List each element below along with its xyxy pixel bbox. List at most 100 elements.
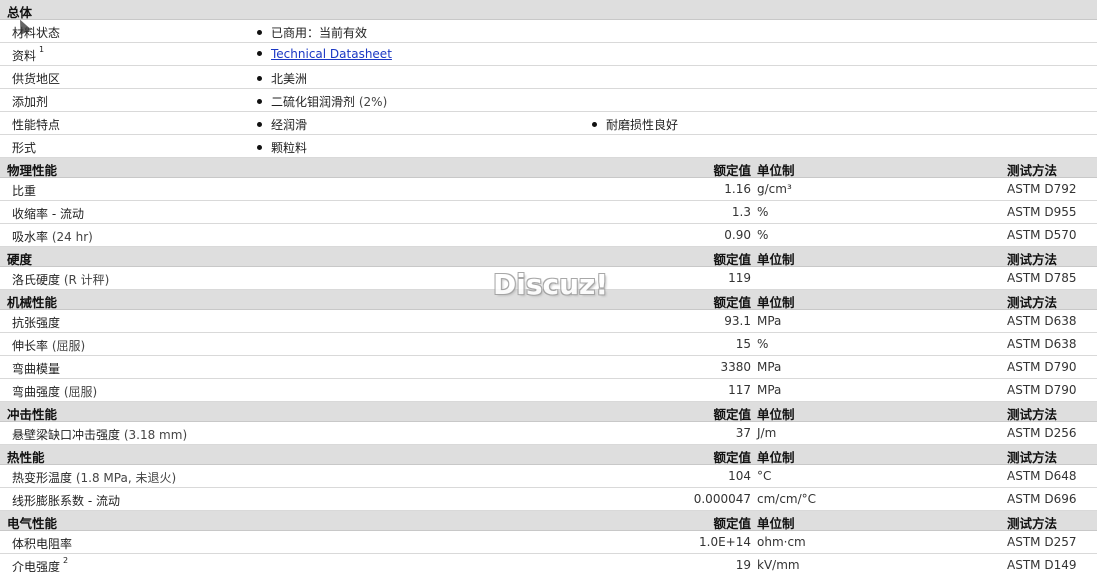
property-row: 线形膨胀系数 - 流动 0.000047 cm/cm/°C ASTM D696 (0, 488, 1097, 511)
test-method-header: 测试方法 (1007, 450, 1058, 465)
bullet-item: 耐磨损性良好 (592, 116, 678, 133)
footnote-marker: 1 (39, 45, 45, 54)
nominal-value: 119 (728, 271, 751, 285)
property-label: 弯曲强度 (屈服) (12, 385, 98, 399)
bullet-item: 已商用：当前有效 (257, 24, 367, 41)
bullet-icon (257, 99, 262, 104)
unit: % (757, 337, 769, 351)
nominal-value: 15 (735, 337, 751, 351)
bullet-icon (257, 145, 262, 150)
property-label: 伸长率 (屈服) (12, 339, 86, 353)
property-row: 收缩率 - 流动 1.3% ASTM D955 (0, 201, 1097, 224)
test-method: ASTM D256 (1007, 426, 1077, 440)
watermark: Discuz! (493, 268, 609, 301)
nominal-value: 1.0E+14 (699, 535, 751, 549)
general-row-form: 形式 颗粒料 (0, 135, 1097, 158)
test-method-header: 测试方法 (1007, 407, 1058, 422)
property-label: 弯曲模量 (12, 362, 61, 376)
row-label: 资料 1 (12, 45, 45, 63)
property-label: 热变形温度 (1.8 MPa, 未退火) (12, 471, 177, 485)
bullet-icon (257, 76, 262, 81)
unit-header: 单位制 (757, 252, 795, 267)
nominal-value-header: 额定值 (713, 252, 751, 267)
nominal-value: 93.1 (724, 314, 751, 328)
property-row: 介电强度 2 19 kV/mm ASTM D149 (0, 554, 1097, 572)
unit: °C (757, 469, 772, 483)
test-method: ASTM D638 (1007, 337, 1077, 351)
unit: MPa (757, 360, 782, 374)
nominal-value-header: 额定值 (713, 450, 751, 465)
row-label: 形式 (12, 141, 37, 155)
test-method: ASTM D648 (1007, 469, 1077, 483)
bullet-item: 颗粒料 (257, 139, 307, 156)
section-header: 电气性能 额定值 单位制 测试方法 (0, 511, 1097, 531)
section-header: 硬度 额定值 单位制 测试方法 (0, 247, 1097, 267)
test-method-header: 测试方法 (1007, 163, 1058, 178)
test-method: ASTM D257 (1007, 535, 1077, 549)
unit-header: 单位制 (757, 407, 795, 422)
property-row: 伸长率 (屈服) 15% ASTM D638 (0, 333, 1097, 356)
unit: J/m (757, 426, 777, 440)
unit-header: 单位制 (757, 516, 795, 531)
test-method: ASTM D149 (1007, 558, 1077, 572)
property-label: 吸水率 (24 hr) (12, 230, 93, 244)
property-sections: 物理性能 额定值 单位制 测试方法 比重 1.16 g/cm³ ASTM D792 收缩率 - … (0, 158, 1097, 572)
property-label: 悬壁梁缺口冲击强度 (3.18 mm) (12, 428, 188, 442)
property-label: 比重 (12, 184, 37, 198)
unit-header: 单位制 (757, 163, 795, 178)
general-row-additive: 添加剂 二硫化钼润滑剂 (2%) (0, 89, 1097, 112)
test-method: ASTM D955 (1007, 205, 1077, 219)
unit-header: 单位制 (757, 295, 795, 310)
property-note: (R 计秤) (63, 273, 110, 287)
test-method: ASTM D792 (1007, 182, 1077, 196)
property-row: 弯曲模量 3380 MPa ASTM D790 (0, 356, 1097, 379)
unit: kV/mm (757, 558, 800, 572)
nominal-value: 0.000047 (693, 492, 751, 506)
section-header-general: 总体 (0, 0, 1097, 20)
section-title: 物理性能 (7, 163, 58, 178)
bullet-item: 经润滑 (257, 116, 307, 133)
property-note: (1.8 MPa, 未退火) (75, 471, 177, 485)
property-note: (屈服) (51, 339, 86, 353)
property-row: 热变形温度 (1.8 MPa, 未退火) 104 °C ASTM D648 (0, 465, 1097, 488)
property-note: (3.18 mm) (123, 428, 188, 442)
section-title: 热性能 (7, 450, 45, 465)
property-label: 收缩率 - 流动 (12, 207, 84, 221)
test-method: ASTM D790 (1007, 360, 1077, 374)
bullet-item: 北美洲 (257, 70, 307, 87)
property-row: 抗张强度 93.1 MPa ASTM D638 (0, 310, 1097, 333)
unit: MPa (757, 314, 782, 328)
section-title: 机械性能 (7, 295, 58, 310)
nominal-value-header: 额定值 (713, 407, 751, 422)
general-row-datasheet: 资料 1 Technical Datasheet (0, 43, 1097, 66)
unit-header: 单位制 (757, 450, 795, 465)
nominal-value: 0.90 (724, 228, 751, 242)
bullet-icon (257, 51, 262, 56)
nominal-value-header: 额定值 (713, 163, 751, 178)
test-method: ASTM D790 (1007, 383, 1077, 397)
section-header: 冲击性能 额定值 单位制 测试方法 (0, 402, 1097, 422)
property-note: (24 hr) (51, 230, 93, 244)
test-method: ASTM D785 (1007, 271, 1077, 285)
bullet-icon (257, 30, 262, 35)
test-method: ASTM D638 (1007, 314, 1077, 328)
technical-datasheet-link[interactable]: Technical Datasheet (271, 47, 392, 61)
section-title: 硬度 (7, 252, 33, 267)
general-row-features: 性能特点 经润滑 耐磨损性良好 (0, 112, 1097, 135)
property-row: 体积电阻率 1.0E+14 ohm·cm ASTM D257 (0, 531, 1097, 554)
nominal-value: 3380 (720, 360, 751, 374)
nominal-value: 1.16 (724, 182, 751, 196)
row-label: 供货地区 (12, 72, 61, 86)
general-row-status: 材料状态 已商用：当前有效 (0, 20, 1097, 43)
section-title: 冲击性能 (7, 407, 58, 422)
property-row: 悬壁梁缺口冲击强度 (3.18 mm) 37 J/m ASTM D256 (0, 422, 1097, 445)
test-method-header: 测试方法 (1007, 516, 1058, 531)
property-row: 弯曲强度 (屈服) 117 MPa ASTM D790 (0, 379, 1097, 402)
unit: % (757, 228, 769, 242)
bullet-item: 二硫化钼润滑剂 (2%) (257, 93, 387, 110)
nominal-value: 19 (735, 558, 751, 572)
unit: % (757, 205, 769, 219)
property-label: 抗张强度 (12, 316, 61, 330)
section-title: 电气性能 (7, 516, 58, 531)
nominal-value: 117 (728, 383, 751, 397)
